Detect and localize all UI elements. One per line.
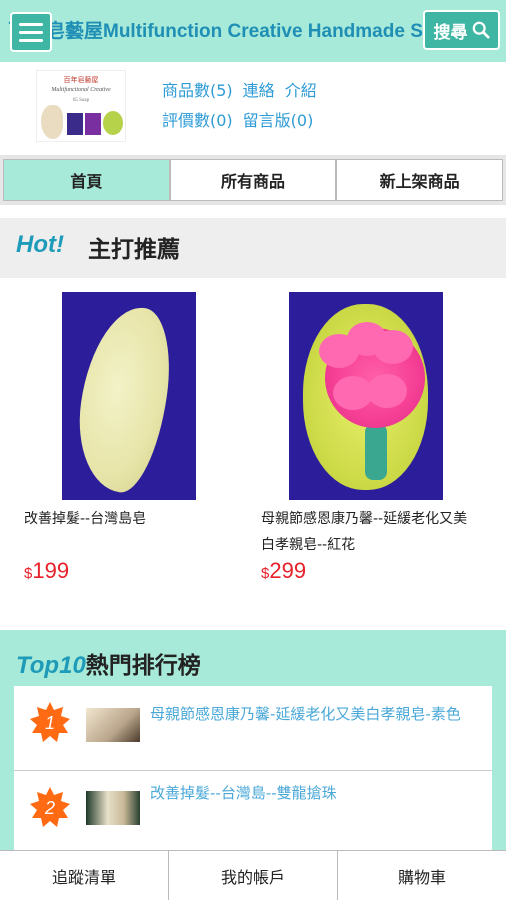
- guestbook-link[interactable]: 留言版(0): [243, 111, 314, 130]
- hamburger-bar: [19, 30, 43, 34]
- tab-home[interactable]: 首頁: [3, 159, 170, 201]
- watchlist-button[interactable]: 追蹤清單: [0, 851, 169, 900]
- soap-image: [69, 301, 179, 497]
- rank-number: 1: [45, 713, 55, 733]
- store-links: 商品數(5) 連絡 介紹 評價數(0) 留言版(0): [162, 76, 327, 136]
- flower-stem: [365, 424, 387, 480]
- store-logo[interactable]: 百年皂藝屋 Multifunctional Creative 65 Soap: [36, 70, 126, 142]
- logo-soap-image: [103, 111, 123, 135]
- flower-petal: [347, 322, 387, 356]
- logo-soap-image: [41, 105, 63, 139]
- hot-title: 主打推薦: [88, 237, 180, 263]
- product-image[interactable]: [62, 292, 196, 500]
- tab-all-products[interactable]: 所有商品: [169, 159, 337, 201]
- ranking-item[interactable]: 2 改善掉髮--台灣島--雙龍搶珠: [14, 770, 492, 852]
- logo-zh: 百年皂藝屋: [63, 76, 99, 84]
- about-link[interactable]: 介紹: [285, 81, 317, 100]
- hamburger-menu-icon: [19, 22, 43, 26]
- product-name[interactable]: 改善掉髮--台灣島皂: [24, 506, 244, 532]
- ranking-item-name[interactable]: 改善掉髮--台灣島--雙龍搶珠: [150, 779, 480, 807]
- logo-soap-image: [67, 113, 83, 135]
- top10-header: Top10熱門排行榜: [16, 646, 201, 680]
- ranking-thumbnail[interactable]: [86, 708, 140, 742]
- tab-new-products[interactable]: 新上架商品: [336, 159, 504, 201]
- hamburger-bar: [19, 38, 43, 42]
- ranking-item-name[interactable]: 母親節感恩康乃馨-延緩老化又美白孝親皂-素色: [150, 700, 480, 728]
- contact-link[interactable]: 連絡: [243, 81, 275, 100]
- app-header: 百年皂藝屋Multifunction Creative Handmade Soa…: [0, 0, 506, 62]
- logo-sub: 65 Soap: [72, 98, 90, 103]
- main-tabs: 首頁 所有商品 新上架商品: [0, 155, 506, 205]
- rank-number: 2: [44, 798, 55, 818]
- product-name[interactable]: 母親節感恩康乃馨--延緩老化又美白孝親皂--紅花: [261, 506, 481, 558]
- top10-section: Top10熱門排行榜 1 母親節感恩康乃馨-延緩老化又美白孝親皂-素色 2 改善…: [0, 630, 506, 866]
- menu-button[interactable]: [10, 12, 52, 52]
- bottom-nav: 追蹤清單 我的帳戶 購物車: [0, 850, 506, 900]
- page: 百年皂藝屋Multifunction Creative Handmade Soa…: [0, 0, 506, 900]
- search-button[interactable]: 搜尋: [423, 10, 500, 50]
- product-price: $199: [24, 558, 69, 584]
- reviews-link[interactable]: 評價數(0): [162, 111, 233, 130]
- ranking-item[interactable]: 1 母親節感恩康乃馨-延緩老化又美白孝親皂-素色: [14, 686, 492, 768]
- my-account-button[interactable]: 我的帳戶: [169, 851, 338, 900]
- logo-soap-image: [85, 113, 101, 135]
- soap-image: [303, 304, 428, 490]
- product-price: $299: [261, 558, 306, 584]
- price-value: 199: [32, 558, 70, 583]
- rank-badge-icon: 1: [30, 702, 70, 742]
- products-count-link[interactable]: 商品數(5): [162, 81, 233, 100]
- price-value: 299: [269, 558, 307, 583]
- flower-petal: [367, 374, 407, 408]
- top10-tag: Top10: [16, 652, 86, 679]
- cart-button[interactable]: 購物車: [338, 851, 506, 900]
- ranking-list: 1 母親節感恩康乃馨-延緩老化又美白孝親皂-素色 2 改善掉髮--台灣島--雙龍…: [14, 686, 492, 866]
- search-label: 搜尋: [433, 22, 468, 42]
- logo-en: Multifunctional Creative: [51, 87, 111, 93]
- hot-section-header: Hot! 主打推薦: [0, 218, 506, 278]
- store-title[interactable]: 百年皂藝屋Multifunction Creative Handmade Soa…: [8, 16, 457, 43]
- search-icon: [472, 21, 490, 39]
- top10-title: 熱門排行榜: [85, 653, 201, 679]
- rank-badge-icon: 2: [30, 787, 70, 827]
- store-info: 百年皂藝屋 Multifunctional Creative 65 Soap 商…: [0, 62, 506, 148]
- ranking-thumbnail[interactable]: [86, 791, 140, 825]
- product-image[interactable]: [289, 292, 443, 500]
- hot-tag: Hot!: [16, 231, 64, 258]
